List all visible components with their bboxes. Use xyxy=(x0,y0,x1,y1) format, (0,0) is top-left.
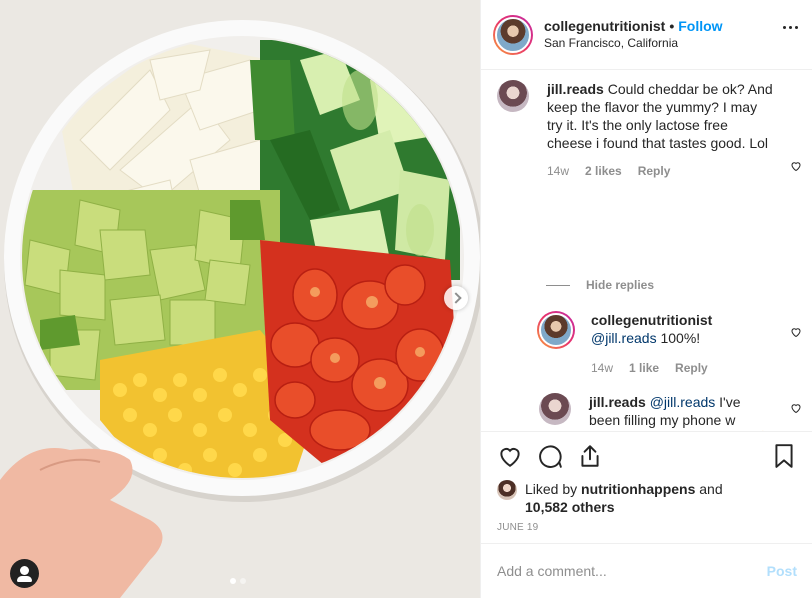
reply-mention[interactable]: @jill.reads xyxy=(591,330,657,346)
commenter-avatar[interactable] xyxy=(497,80,529,112)
reply-mention[interactable]: @jill.reads xyxy=(650,394,716,410)
follow-button[interactable]: Follow xyxy=(678,18,722,35)
post-actions: Liked by nutritionhappens and 10,582 oth… xyxy=(481,431,812,543)
comment-icon[interactable] xyxy=(537,443,563,469)
reply-username[interactable]: jill.reads xyxy=(589,394,646,410)
post-header: collegenutritionist • Follow San Francis… xyxy=(481,0,812,70)
comment-time[interactable]: 14w xyxy=(547,164,569,178)
carousel-dots xyxy=(230,578,246,584)
post-location[interactable]: San Francisco, California xyxy=(544,35,723,52)
more-options-icon[interactable] xyxy=(783,26,798,29)
reply-item: jill.reads @jill.reads I've been filling… xyxy=(539,393,779,431)
likes-count[interactable]: 10,582 others xyxy=(525,499,615,515)
post-photo[interactable] xyxy=(0,0,480,598)
hide-replies-line xyxy=(546,284,570,286)
next-photo-button[interactable] xyxy=(444,286,468,310)
post-comment-button[interactable]: Post xyxy=(767,563,797,579)
liked-by-avatar[interactable] xyxy=(497,480,517,500)
reply-button[interactable]: Reply xyxy=(638,164,671,178)
carousel-dot xyxy=(240,578,246,584)
liked-by-prefix: Liked by xyxy=(525,481,578,497)
reply-button[interactable]: Reply xyxy=(675,361,708,375)
header-separator: • xyxy=(669,17,675,34)
post-date[interactable]: JUNE 19 xyxy=(497,522,797,533)
hide-replies-button[interactable]: Hide replies xyxy=(546,278,654,292)
liked-by-and: and xyxy=(699,481,723,497)
reply-text: jill.reads @jill.reads I've been filling… xyxy=(589,393,775,431)
carousel-dot-active xyxy=(230,578,236,584)
author-avatar[interactable] xyxy=(493,14,533,55)
reply-likes[interactable]: 1 like xyxy=(629,361,659,375)
share-icon[interactable] xyxy=(577,443,603,469)
reply-username[interactable]: collegenutritionist xyxy=(591,312,712,328)
comment-like-heart-icon[interactable] xyxy=(790,160,802,172)
reply-item: collegenutritionist @jill.reads 100%! 14… xyxy=(537,311,797,375)
comment-text: jill.reads Could cheddar be ok? And keep… xyxy=(547,80,775,152)
liked-by-user[interactable]: nutritionhappens xyxy=(581,481,695,497)
heart-icon[interactable] xyxy=(497,443,523,469)
liked-by: Liked by nutritionhappens and 10,582 oth… xyxy=(497,480,797,516)
comment-likes[interactable]: 2 likes xyxy=(585,164,622,178)
comment-username[interactable]: jill.reads xyxy=(547,81,604,97)
reply-text: collegenutritionist @jill.reads 100%! xyxy=(591,311,712,347)
author-username[interactable]: collegenutritionist xyxy=(544,18,665,35)
reply-avatar[interactable] xyxy=(537,311,575,349)
reply-like-heart-icon[interactable] xyxy=(790,326,802,338)
reply-like-heart-icon[interactable] xyxy=(790,402,802,414)
user-tag-icon[interactable] xyxy=(10,559,39,588)
reply-content: 100%! xyxy=(660,330,701,346)
add-comment-bar: Post xyxy=(481,543,812,598)
comments-list[interactable]: jill.reads Could cheddar be ok? And keep… xyxy=(481,70,812,431)
reply-time[interactable]: 14w xyxy=(591,361,613,375)
hide-replies-label: Hide replies xyxy=(586,278,655,292)
comment-item: jill.reads Could cheddar be ok? And keep… xyxy=(497,80,797,178)
salad-bowl-image xyxy=(0,0,480,598)
add-comment-input[interactable] xyxy=(497,563,767,579)
bookmark-icon[interactable] xyxy=(771,443,797,469)
reply-avatar[interactable] xyxy=(539,393,571,425)
post-side-panel: collegenutritionist • Follow San Francis… xyxy=(480,0,812,598)
